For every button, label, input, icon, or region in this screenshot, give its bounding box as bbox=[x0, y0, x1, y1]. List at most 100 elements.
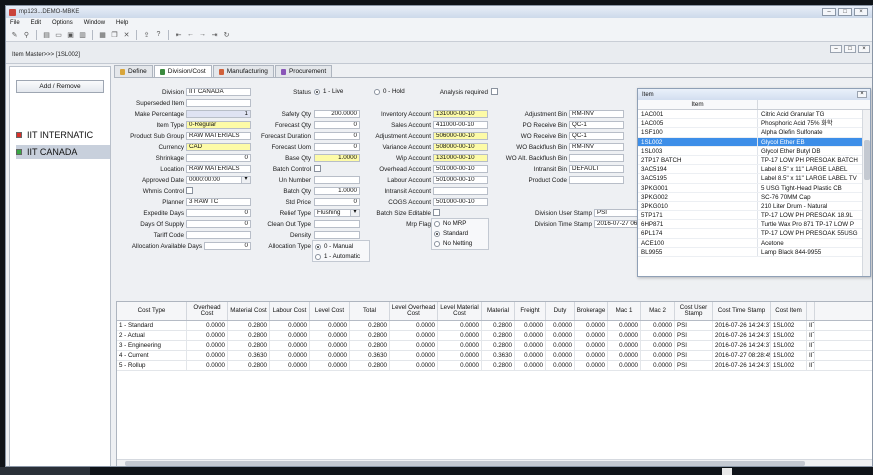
grid-column-header[interactable]: Cost Item bbox=[771, 302, 807, 320]
safety-qty-field[interactable]: 200.0000 bbox=[314, 110, 360, 118]
item-type-field[interactable]: 0-Regular bbox=[186, 121, 251, 129]
variance-account-field[interactable]: 508000-00-10 bbox=[433, 143, 488, 151]
intransit-bin-field[interactable]: DEFAULT bbox=[569, 165, 624, 173]
overhead-account-field[interactable]: 501000-00-10 bbox=[433, 165, 488, 173]
planner-field[interactable]: 3 RAW TC bbox=[186, 198, 251, 206]
grid-column-header[interactable]: Overhead Cost bbox=[187, 302, 228, 320]
item-list-row[interactable]: 3AC5194 Label 8.5" x 11" LARGE LABEL bbox=[638, 165, 870, 175]
grid-column-header[interactable] bbox=[807, 302, 815, 320]
wo-receive-bin-field[interactable]: QC-1 bbox=[569, 132, 624, 140]
grid-column-header[interactable]: Mac 1 bbox=[608, 302, 641, 320]
forecast-duration-field[interactable]: 0 bbox=[314, 132, 360, 140]
grid-column-header[interactable]: Level Cost bbox=[310, 302, 350, 320]
wo-backflush-bin-field[interactable]: RM-INV bbox=[569, 143, 624, 151]
analysis-required-checkbox[interactable] bbox=[491, 88, 498, 95]
make-percentage-field[interactable]: 1 bbox=[186, 110, 251, 118]
expedite-days-field[interactable]: 0 bbox=[186, 209, 251, 217]
next-record-icon[interactable]: → bbox=[198, 30, 207, 39]
item-list-row[interactable]: 6HP871 Turtle Wax Pro 871 TP-17 LOW P bbox=[638, 220, 870, 230]
status-hold-radio[interactable]: 0 - Hold bbox=[374, 88, 405, 95]
grid-column-header[interactable]: Material bbox=[482, 302, 515, 320]
grid-column-header[interactable]: Duty bbox=[546, 302, 575, 320]
last-record-icon[interactable]: ⇥ bbox=[210, 30, 219, 39]
item-list-row[interactable]: 1SF100 Alpha Olefin Sulfonate bbox=[638, 128, 870, 138]
description-column-header[interactable] bbox=[758, 100, 859, 109]
item-list-row[interactable]: 3PKG001 5 USG Tight-Head Plastic CB bbox=[638, 183, 870, 193]
forecast-qty-field[interactable]: 0 bbox=[314, 121, 360, 129]
delete-icon[interactable]: ▥ bbox=[78, 30, 87, 39]
un-number-field[interactable] bbox=[314, 176, 360, 184]
close-icon[interactable]: ✕ bbox=[122, 30, 131, 39]
relief-type-dropdown[interactable]: Flushing bbox=[314, 209, 360, 217]
previous-record-icon[interactable]: ← bbox=[186, 30, 195, 39]
copy-icon[interactable]: ❐ bbox=[110, 30, 119, 39]
wrench-icon[interactable]: ✎ bbox=[10, 30, 19, 39]
adjustment-bin-field[interactable]: RM-INV bbox=[569, 110, 624, 118]
batch-size-editable-checkbox[interactable] bbox=[433, 209, 440, 216]
menu-help[interactable]: Help bbox=[116, 20, 128, 26]
close-button[interactable]: × bbox=[854, 8, 868, 16]
binoculars-icon[interactable]: ⚲ bbox=[22, 30, 31, 39]
grid-column-header[interactable]: Total bbox=[350, 302, 390, 320]
mrp-standard-radio[interactable]: Standard bbox=[434, 230, 468, 237]
cost-grid-row[interactable]: 5 - Rollup 0.0000 0.2800 0.0000 0.0000 0.2800… bbox=[117, 361, 872, 371]
inventory-account-field[interactable]: 131000-00-10 bbox=[433, 110, 488, 118]
item-list-scrollbar[interactable] bbox=[862, 110, 870, 276]
item-list-row[interactable]: 1SL002 Glycol Ether EB bbox=[638, 137, 870, 147]
allocation-manual-radio[interactable]: 0 - Manual bbox=[315, 243, 353, 250]
sub-close-button[interactable]: × bbox=[858, 45, 870, 53]
tab-division-cost[interactable]: Division/Cost bbox=[153, 65, 212, 77]
forecast-uom-field[interactable]: 0 bbox=[314, 143, 360, 151]
superseded-item-field[interactable] bbox=[186, 99, 251, 107]
item-list-row[interactable]: 3AC5195 Label 8.5" x 11" LARGE LABEL TV bbox=[638, 174, 870, 184]
tab-manufacturing[interactable]: Manufacturing bbox=[212, 65, 274, 77]
wo-alt-backflush-bin-field[interactable] bbox=[569, 154, 624, 162]
item-list-row[interactable]: BL9955 Lamp Black 844-9955 bbox=[638, 247, 870, 257]
add-remove-button[interactable]: Add / Remove bbox=[16, 80, 104, 93]
item-list-row[interactable]: 1SL003 Glycol Ether Butyl DB bbox=[638, 146, 870, 156]
mrp-no-netting-radio[interactable]: No Netting bbox=[434, 240, 472, 247]
item-list-row[interactable]: 2TP17 BATCH TP-17 LOW PH PRESOAK BATCH bbox=[638, 155, 870, 166]
taskbar-app-button[interactable] bbox=[0, 467, 90, 475]
approved-date-field[interactable]: 0000:00:00 bbox=[186, 176, 251, 184]
grid-column-header[interactable]: Level Overhead Cost bbox=[390, 302, 438, 320]
days-of-supply-field[interactable]: 0 bbox=[186, 220, 251, 228]
item-list-row[interactable]: 5TP171 TP-17 LOW PH PRESOAK 18.9L bbox=[638, 211, 870, 221]
mrp-no-mrp-radio[interactable]: No MRP bbox=[434, 220, 466, 227]
cost-grid-row[interactable]: 3 - Engineering 0.0000 0.2800 0.0000 0.0000 0… bbox=[117, 341, 872, 351]
batch-qty-field[interactable]: 1.0000 bbox=[314, 187, 360, 195]
cost-grid-hscrollbar[interactable] bbox=[117, 459, 872, 466]
upload-icon[interactable]: ⇪ bbox=[142, 30, 151, 39]
refresh-icon[interactable]: ↻ bbox=[222, 30, 231, 39]
allocation-days-field[interactable]: 0 bbox=[204, 242, 251, 250]
lock-icon[interactable]: ▣ bbox=[66, 30, 75, 39]
cost-grid-row[interactable]: 1 - Standard 0.0000 0.2800 0.0000 0.0000 0.28… bbox=[117, 321, 872, 331]
item-list-row[interactable]: 3PKG002 SC-76 70MM Cap bbox=[638, 192, 870, 202]
scrollbar-thumb[interactable] bbox=[864, 140, 870, 180]
division-item-iit-canada[interactable]: IIT CANADA bbox=[16, 145, 110, 159]
maximize-button[interactable]: □ bbox=[838, 8, 852, 16]
currency-field[interactable]: CAD bbox=[186, 143, 251, 151]
intransit-account-field[interactable] bbox=[433, 187, 488, 195]
cost-grid-row[interactable]: 2 - Actual 0.0000 0.2800 0.0000 0.0000 0.2800… bbox=[117, 331, 872, 341]
item-list-row[interactable]: 6PL174 TP-17 LOW PH PRESOAK 55USG bbox=[638, 229, 870, 239]
shrinkage-field[interactable]: 0 bbox=[186, 154, 251, 162]
menu-edit[interactable]: Edit bbox=[31, 20, 41, 26]
print-icon[interactable]: ▤ bbox=[42, 30, 51, 39]
minimize-button[interactable]: – bbox=[822, 8, 836, 16]
division-item-iit-international[interactable]: IIT INTERNATIC bbox=[16, 128, 112, 142]
product-code-field[interactable] bbox=[569, 176, 624, 184]
grid-column-header[interactable]: Labour Cost bbox=[270, 302, 310, 320]
cogs-account-field[interactable]: 501000-00-10 bbox=[433, 198, 488, 206]
grid-column-header[interactable]: Freight bbox=[515, 302, 546, 320]
item-list-row[interactable]: 1AC005 Phosphoric Acid 75% 화학 bbox=[638, 119, 870, 129]
taskbar-tray-icon[interactable] bbox=[722, 468, 732, 475]
std-price-field[interactable]: 0 bbox=[314, 198, 360, 206]
grid-column-header[interactable]: Mac 2 bbox=[641, 302, 675, 320]
help-icon[interactable]: ? bbox=[154, 30, 163, 39]
popup-close-button[interactable]: × bbox=[857, 91, 867, 98]
menu-window[interactable]: Window bbox=[84, 20, 105, 26]
tab-procurement[interactable]: Procurement bbox=[274, 65, 333, 77]
division-field[interactable]: IIT CANADA bbox=[186, 88, 251, 96]
adjustment-account-field[interactable]: 506000-00-10 bbox=[433, 132, 488, 140]
